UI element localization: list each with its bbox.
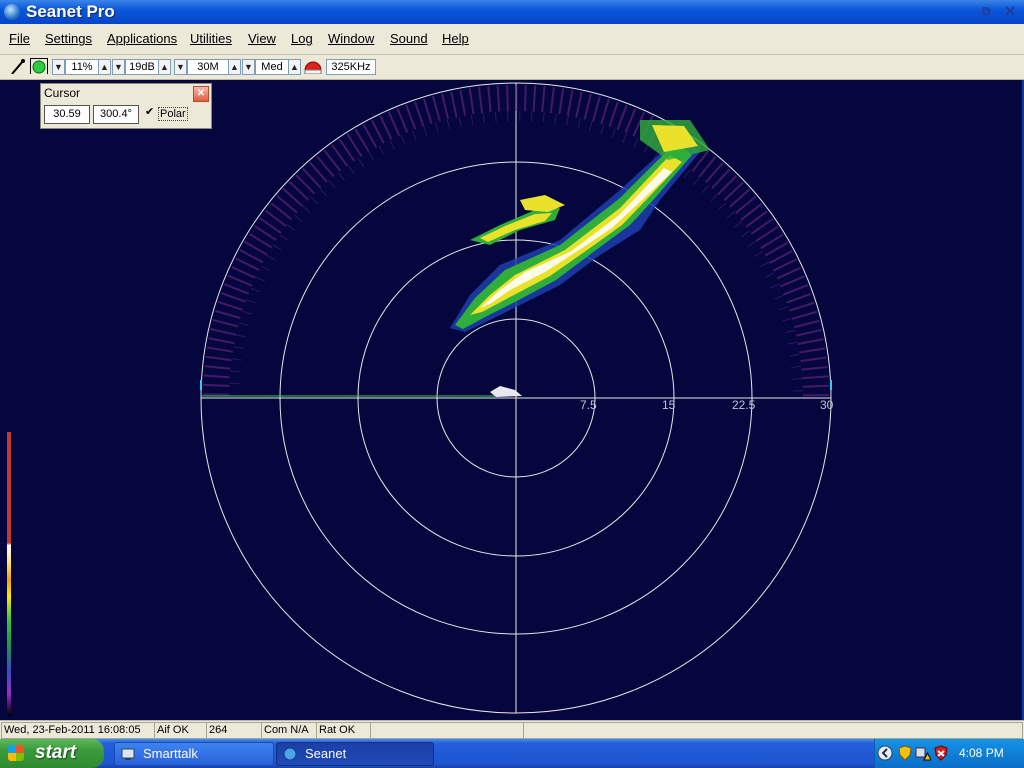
taskbar-item-seanet[interactable]: Seanet bbox=[276, 742, 434, 766]
range-label-7-5: 7.5 bbox=[580, 398, 597, 412]
window-title: Seanet Pro bbox=[26, 2, 115, 21]
range-label-22-5: 22.5 bbox=[732, 398, 756, 412]
contrast-field[interactable]: 19dB bbox=[125, 59, 159, 75]
menu-help[interactable]: Help bbox=[442, 31, 469, 46]
gain-field[interactable]: 11% bbox=[65, 59, 99, 75]
seanet-icon bbox=[283, 747, 297, 761]
sonar-plot: 7.5 15 22.5 30 bbox=[200, 82, 834, 714]
cursor-bearing-field[interactable]: 300.4° bbox=[93, 105, 139, 124]
status-indicator-icon[interactable] bbox=[30, 58, 48, 74]
cursor-panel-title: Cursor bbox=[44, 86, 81, 100]
menu-file[interactable]: File bbox=[9, 31, 30, 46]
sonar-display[interactable]: 7.5 15 22.5 30 bbox=[0, 80, 1022, 720]
cursor-panel-header[interactable]: Cursor bbox=[41, 84, 211, 102]
minimize-button[interactable]: _ bbox=[952, 3, 970, 20]
start-button[interactable]: start bbox=[0, 739, 104, 768]
color-scale-bar bbox=[7, 432, 11, 716]
status-aif: Aif OK bbox=[154, 722, 207, 739]
cursor-distance-field[interactable]: 30.59 bbox=[44, 105, 90, 124]
show-hidden-icons-chevron-icon[interactable] bbox=[877, 745, 893, 761]
title-bar: Seanet Pro _ ⧉ ✕ bbox=[0, 0, 1024, 24]
status-empty-1 bbox=[370, 722, 524, 739]
menu-bar: File Settings Applications Utilities Vie… bbox=[0, 24, 1024, 55]
menu-applications[interactable]: Applications bbox=[107, 31, 177, 46]
taskbar-clock: 4:08 PM bbox=[959, 746, 1004, 760]
resolution-up-button[interactable]: ▲ bbox=[288, 59, 301, 75]
menu-utilities[interactable]: Utilities bbox=[190, 31, 232, 46]
taskbar: start Smarttalk Seanet 4:08 PM bbox=[0, 739, 1024, 768]
menu-settings[interactable]: Settings bbox=[45, 31, 92, 46]
smarttalk-icon bbox=[121, 748, 135, 760]
range-down-button[interactable]: ▼ bbox=[174, 59, 187, 75]
polar-checkbox[interactable]: ✔ bbox=[145, 107, 156, 118]
taskbar-item-smarttalk[interactable]: Smarttalk bbox=[114, 742, 274, 766]
cursor-panel-close-button[interactable]: ✕ bbox=[193, 86, 209, 102]
contrast-up-button[interactable]: ▲ bbox=[158, 59, 171, 75]
menu-window[interactable]: Window bbox=[328, 31, 374, 46]
network-warning-icon[interactable] bbox=[915, 745, 931, 761]
security-shield-icon[interactable] bbox=[897, 745, 913, 761]
sonar-returns bbox=[450, 120, 710, 397]
range-up-button[interactable]: ▲ bbox=[228, 59, 241, 75]
status-count: 264 bbox=[206, 722, 262, 739]
status-bar: Wed, 23-Feb-2011 16:08:05 Aif OK 264 Com… bbox=[0, 720, 1024, 739]
status-datetime: Wed, 23-Feb-2011 16:08:05 bbox=[1, 722, 155, 739]
scan-limit-right bbox=[830, 380, 832, 390]
seanet-app-icon[interactable] bbox=[4, 4, 20, 20]
status-rat: Rat OK bbox=[316, 722, 371, 739]
frequency-field[interactable]: 325KHz bbox=[326, 59, 376, 75]
menu-view[interactable]: View bbox=[248, 31, 276, 46]
menu-log[interactable]: Log bbox=[291, 31, 313, 46]
start-label: start bbox=[35, 742, 77, 763]
polar-checkbox-label[interactable]: Polar bbox=[158, 107, 188, 121]
contrast-down-button[interactable]: ▼ bbox=[112, 59, 125, 75]
status-com: Com N/A bbox=[261, 722, 317, 739]
taskbar-item-label: Smarttalk bbox=[143, 746, 198, 761]
range-label-30: 30 bbox=[820, 398, 834, 412]
restore-button[interactable]: ⧉ bbox=[977, 3, 995, 20]
range-field[interactable]: 30M bbox=[187, 59, 229, 75]
cursor-panel[interactable]: Cursor ✕ 30.59 300.4° ✔ Polar bbox=[40, 83, 212, 129]
sonar-head-icon[interactable] bbox=[303, 58, 323, 74]
status-empty-2 bbox=[523, 722, 1023, 739]
menu-sound[interactable]: Sound bbox=[390, 31, 428, 46]
gain-up-button[interactable]: ▲ bbox=[98, 59, 111, 75]
windows-logo-icon bbox=[8, 745, 24, 761]
system-tray: 4:08 PM bbox=[874, 739, 1024, 768]
probe-icon[interactable] bbox=[9, 58, 27, 74]
resolution-field[interactable]: Med bbox=[255, 59, 289, 75]
range-label-15: 15 bbox=[662, 398, 676, 412]
antivirus-shield-icon[interactable] bbox=[933, 745, 949, 761]
resolution-down-button[interactable]: ▼ bbox=[242, 59, 255, 75]
toolbar: ▼ 11% ▲ ▼ 19dB ▲ ▼ 30M ▲ ▼ Med ▲ 325KHz bbox=[0, 55, 1024, 80]
scan-limit-left bbox=[200, 380, 202, 390]
close-button[interactable]: ✕ bbox=[1001, 3, 1019, 20]
gain-down-button[interactable]: ▼ bbox=[52, 59, 65, 75]
taskbar-item-label: Seanet bbox=[305, 746, 347, 761]
